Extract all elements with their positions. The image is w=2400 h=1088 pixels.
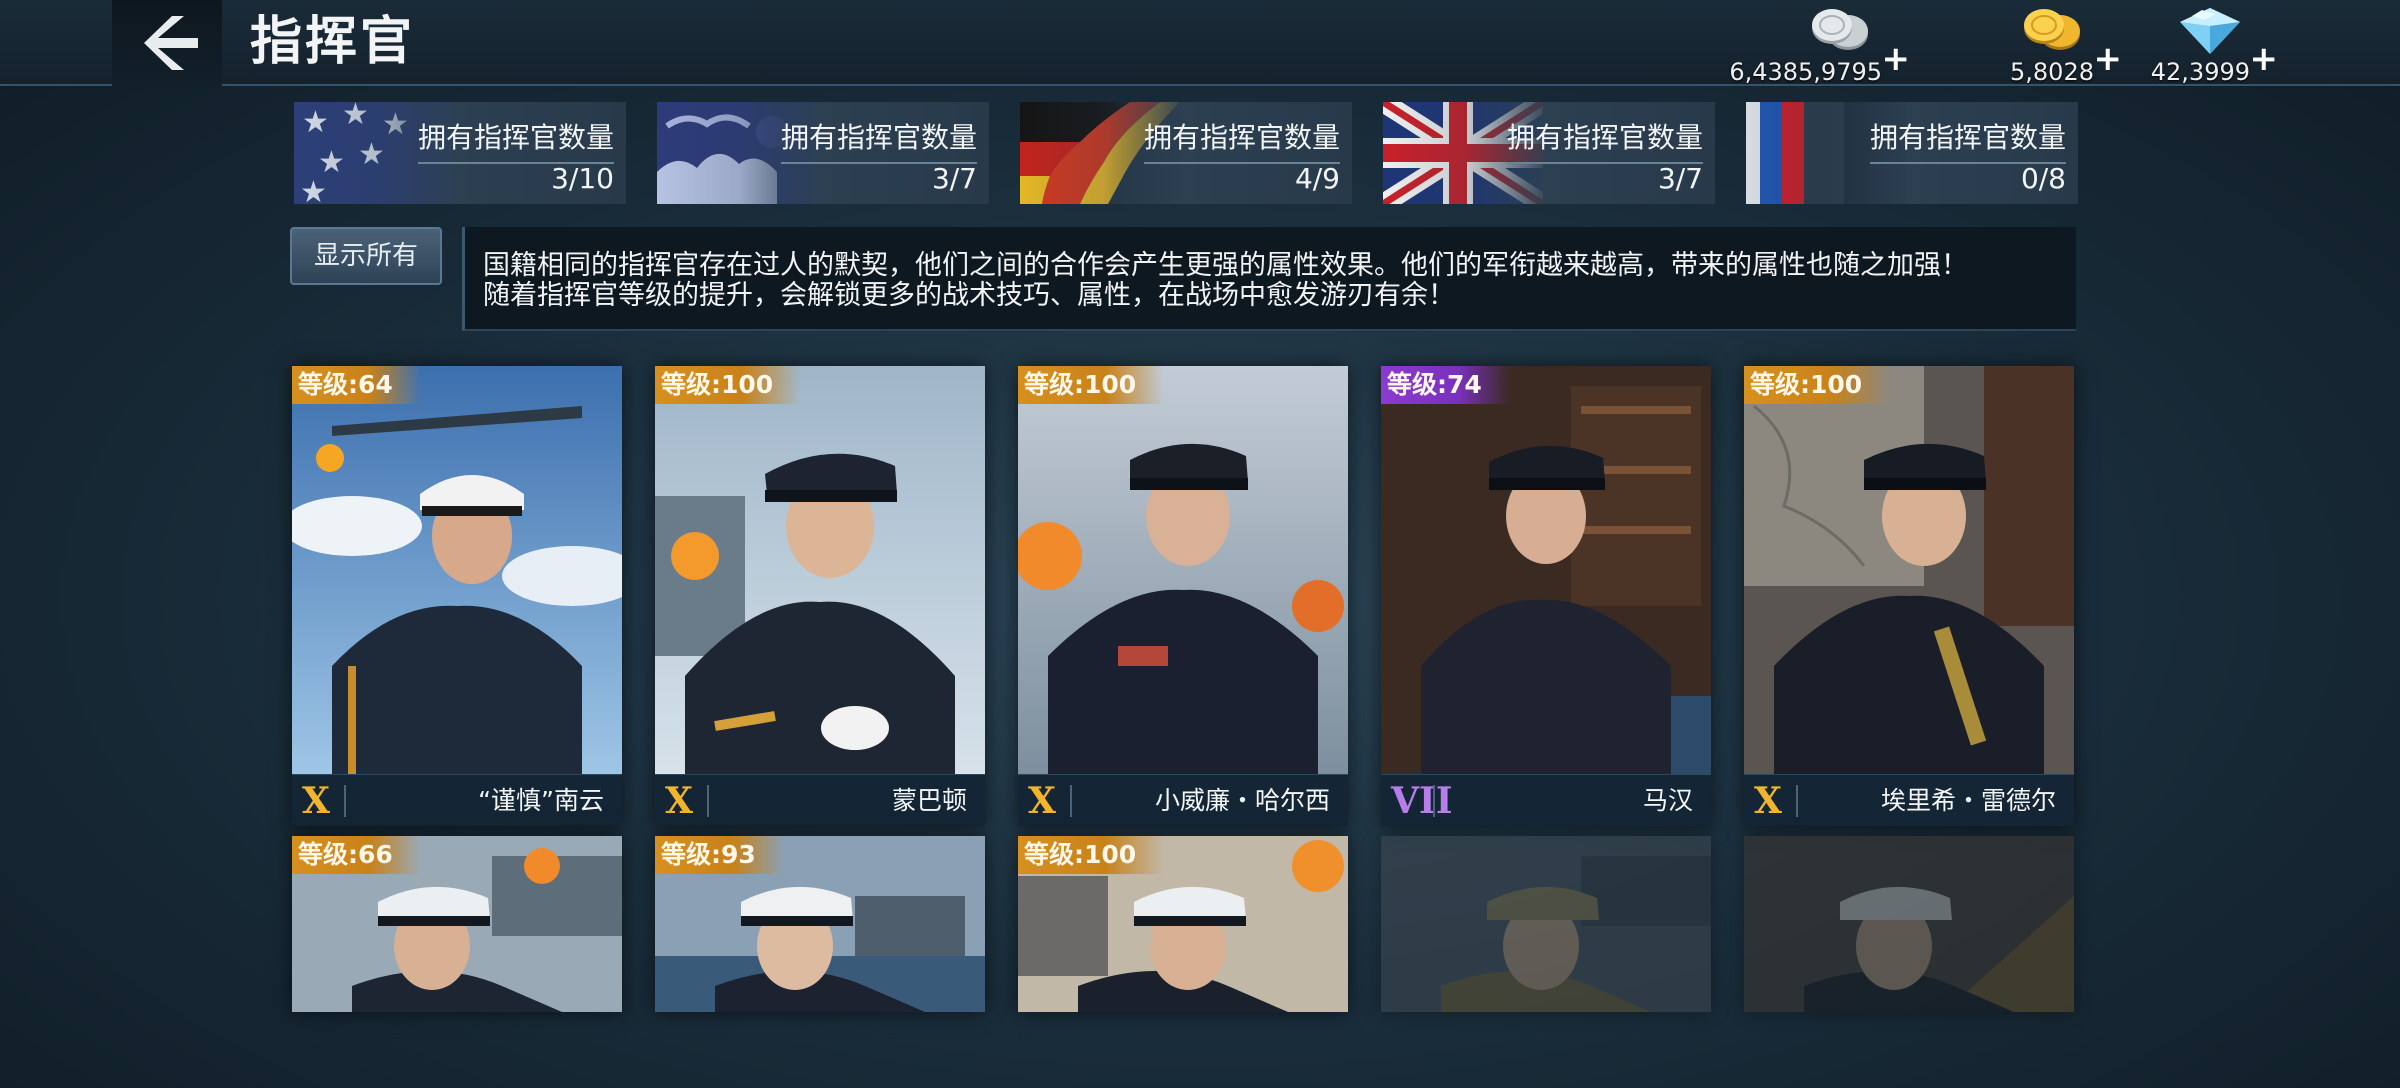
rank-badge: X [665,780,693,822]
back-button[interactable] [112,0,222,86]
commander-nameplate: X 蒙巴顿 [655,774,985,826]
commander-nameplate: X 小威廉・哈尔西 [1018,774,1348,826]
description-line-1: 国籍相同的指挥官存在过人的默契，他们之间的合作会产生更强的属性效果。他们的军衔越… [483,250,1968,281]
nation-label: 拥有指挥官数量 [1869,116,2066,164]
commander-name: 马汉 [1642,786,1693,815]
commander-card[interactable]: 等级:100 X 蒙巴顿 [655,366,985,826]
rank-badge: X [1028,780,1056,822]
commander-card-locked[interactable] [1744,836,2074,1012]
nation-count: 3/7 [931,162,977,195]
nation-count: 3/7 [1657,162,1703,195]
silver-coin-icon [1812,9,1868,50]
rank-badge: X [1754,780,1782,822]
commander-name: 埃里希・雷德尔 [1880,786,2056,815]
commander-name: 蒙巴顿 [891,786,967,815]
gold-add-button[interactable]: + [2094,42,2123,76]
diamond-add-button[interactable]: + [2250,42,2279,76]
diamond-currency[interactable]: 42,3999 + [2120,6,2280,86]
rank-badge: X [302,780,330,822]
level-badge: 等级:74 [1381,366,1510,404]
commander-portrait [1744,366,2074,774]
level-badge: 等级:64 [292,366,421,404]
rank-badge: VII [1391,780,1453,822]
description-line-2: 随着指挥官等级的提升，会解锁更多的战术技巧、属性，在战场中愈发游刃有余！ [483,280,1455,311]
level-badge: 等级:100 [1744,366,1891,404]
level-badge: 等级:100 [1018,366,1165,404]
diamond-icon [2180,8,2240,54]
commander-nameplate: X “谨慎”南云 [292,774,622,826]
level-badge: 等级:100 [655,366,802,404]
nation-usa[interactable]: ★ ★ ★ ★ ★ ★ 拥有指挥官数量 3/10 [294,102,626,204]
commander-nameplate: X 埃里希・雷德尔 [1744,774,2074,826]
commander-nameplate: VII 马汉 [1381,774,1711,826]
description-panel: 国籍相同的指挥官存在过人的默契，他们之间的合作会产生更强的属性效果。他们的军衔越… [462,227,2076,331]
commander-portrait [1381,366,1711,774]
gold-coin-icon [2024,9,2080,50]
top-bar: 指挥官 6,4385,9795 + 5,8028 + 42,3999 + [0,0,2400,86]
nation-label: 拥有指挥官数量 [780,116,977,164]
commander-card[interactable]: 等级:100 X 小威廉・哈尔西 [1018,366,1348,826]
commander-card[interactable]: 等级:74 VII 马汉 [1381,366,1711,826]
gold-amount: 5,8028 [2010,58,2094,86]
nation-germany[interactable]: 拥有指挥官数量 4/9 [1020,102,1352,204]
commander-portrait [1381,836,1711,1012]
diamond-amount: 42,3999 [2150,58,2250,86]
gold-currency[interactable]: 5,8028 + [1964,6,2124,86]
commander-card[interactable]: 等级:64 X “谨慎”南云 [292,366,622,826]
level-badge: 等级:100 [1018,836,1165,874]
commander-name: 小威廉・哈尔西 [1154,786,1330,815]
nation-count: 0/8 [2020,162,2066,195]
nation-label: 拥有指挥官数量 [417,116,614,164]
silver-add-button[interactable]: + [1882,42,1911,76]
commander-portrait [292,366,622,774]
nation-label: 拥有指挥官数量 [1143,116,1340,164]
commander-card[interactable]: 等级:93 [655,836,985,1012]
commander-card-locked[interactable] [1381,836,1711,1012]
nation-count: 3/10 [551,162,614,195]
nation-japan[interactable]: 拥有指挥官数量 3/7 [657,102,989,204]
commander-card[interactable]: 等级:66 [292,836,622,1012]
silver-amount: 6,4385,9795 [1729,58,1882,86]
nation-count: 4/9 [1294,162,1340,195]
commander-portrait [1744,836,2074,1012]
nation-uk[interactable]: 拥有指挥官数量 3/7 [1383,102,1715,204]
level-badge: 等级:66 [292,836,421,874]
chevron-left-icon [144,16,198,70]
page-title: 指挥官 [250,12,416,72]
commander-portrait [1018,366,1348,774]
silver-currency[interactable]: 6,4385,9795 + [1729,6,1912,86]
show-all-button[interactable]: 显示所有 [290,227,442,285]
commander-card[interactable]: 等级:100 [1018,836,1348,1012]
nation-label: 拥有指挥官数量 [1506,116,1703,164]
commander-portrait [655,366,985,774]
commander-name: “谨慎”南云 [478,786,604,815]
level-badge: 等级:93 [655,836,784,874]
commander-card[interactable]: 等级:100 X 埃里希・雷德尔 [1744,366,2074,826]
nation-ussr[interactable]: 拥有指挥官数量 0/8 [1746,102,2078,204]
